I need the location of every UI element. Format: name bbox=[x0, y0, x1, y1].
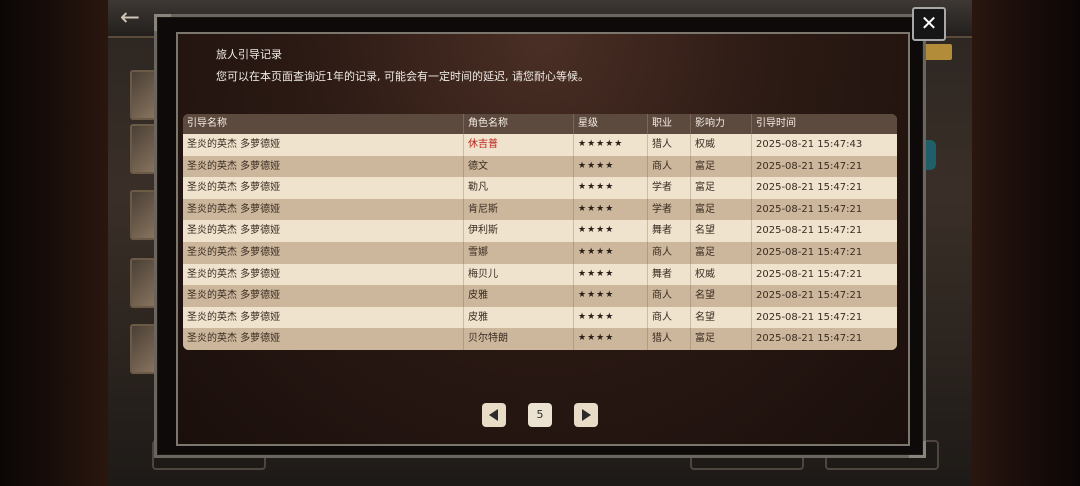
column-header-stars: 星级 bbox=[574, 114, 648, 134]
cell-job: 猎人 bbox=[648, 328, 691, 350]
cell-guide-name: 圣炎的英杰 多萝德娅 bbox=[183, 263, 464, 286]
back-arrow-icon: ← bbox=[120, 3, 141, 31]
corner-ornament bbox=[909, 441, 926, 458]
cell-influence: 富足 bbox=[691, 155, 752, 178]
table-row: 圣炎的英杰 多萝德娅 伊利斯 ★★★★ 舞者 名望 2025-08-21 15:47:21 bbox=[183, 220, 897, 242]
cell-character-name: 伊利斯 bbox=[464, 220, 574, 242]
cell-guide-time: 2025-08-21 15:47:21 bbox=[756, 203, 863, 215]
column-header-influence: 影响力 bbox=[691, 114, 752, 134]
cell-job: 舞者 bbox=[648, 263, 691, 286]
cell-guide-time: 2025-08-21 15:47:43 bbox=[756, 139, 863, 150]
cell-character-name: 休吉普 bbox=[464, 134, 574, 156]
cell-job: 商人 bbox=[648, 241, 691, 264]
cell-job: 商人 bbox=[648, 306, 691, 329]
column-header-time: 引导时间 bbox=[756, 118, 796, 129]
next-page-button[interactable] bbox=[574, 403, 598, 427]
cell-influence: 富足 bbox=[691, 198, 752, 221]
cell-stars: ★★★★ bbox=[574, 263, 648, 286]
table-header: 引导名称 角色名称 星级 职业 影响力 引导时间 bbox=[183, 114, 897, 134]
cell-stars: ★★★★ bbox=[574, 285, 648, 307]
cell-character-name: 贝尔特朗 bbox=[464, 328, 574, 350]
cell-influence: 富足 bbox=[691, 177, 752, 199]
cell-character-name: 德文 bbox=[464, 155, 574, 178]
cell-guide-time: 2025-08-21 15:47:21 bbox=[756, 225, 863, 237]
column-header-job: 职业 bbox=[648, 114, 691, 134]
arrow-right-icon bbox=[582, 409, 591, 421]
cell-stars: ★★★★ bbox=[574, 177, 648, 199]
cell-guide-time: 2025-08-21 15:47:21 bbox=[756, 182, 863, 194]
cell-influence: 富足 bbox=[691, 328, 752, 350]
cell-guide-name: 圣炎的英杰 多萝德娅 bbox=[183, 306, 464, 329]
cell-guide-name: 圣炎的英杰 多萝德娅 bbox=[183, 177, 464, 199]
cell-influence: 富足 bbox=[691, 241, 752, 264]
cell-guide-time: 2025-08-21 15:47:21 bbox=[756, 311, 863, 323]
cell-stars: ★★★★ bbox=[574, 220, 648, 242]
cell-job: 商人 bbox=[648, 155, 691, 178]
column-header-character: 角色名称 bbox=[464, 114, 574, 134]
cell-character-name: 皮雅 bbox=[464, 285, 574, 307]
close-button[interactable]: ✕ bbox=[912, 7, 946, 41]
table-row: 圣炎的英杰 多萝德娅 勒凡 ★★★★ 学者 富足 2025-08-21 15:47:21 bbox=[183, 177, 897, 199]
cell-job: 舞者 bbox=[648, 220, 691, 242]
right-border bbox=[972, 0, 1080, 486]
background-tag bbox=[922, 44, 952, 60]
arrow-left-icon bbox=[489, 409, 498, 421]
cell-influence: 名望 bbox=[691, 220, 752, 242]
cell-character-name: 肯尼斯 bbox=[464, 198, 574, 221]
cell-guide-name: 圣炎的英杰 多萝德娅 bbox=[183, 198, 464, 221]
table-row: 圣炎的英杰 多萝德娅 肯尼斯 ★★★★ 学者 富足 2025-08-21 15:47:21 bbox=[183, 198, 897, 221]
cell-character-name: 勒凡 bbox=[464, 177, 574, 199]
cell-job: 学者 bbox=[648, 198, 691, 221]
table-row: 圣炎的英杰 多萝德娅 皮雅 ★★★★ 商人 名望 2025-08-21 15:47:21 bbox=[183, 306, 897, 329]
cell-job: 学者 bbox=[648, 177, 691, 199]
cell-guide-name: 圣炎的英杰 多萝德娅 bbox=[183, 220, 464, 242]
cell-influence: 名望 bbox=[691, 306, 752, 329]
cell-stars: ★★★★ bbox=[574, 306, 648, 329]
prev-page-button[interactable] bbox=[482, 403, 506, 427]
table-row: 圣炎的英杰 多萝德娅 休吉普 ★★★★★ 猎人 权威 2025-08-21 15:47:4… bbox=[183, 134, 897, 156]
cell-job: 商人 bbox=[648, 285, 691, 307]
cell-guide-time: 2025-08-21 15:47:21 bbox=[756, 160, 863, 172]
page-number: 5 bbox=[528, 403, 552, 427]
cell-stars: ★★★★ bbox=[574, 241, 648, 264]
cell-job: 猎人 bbox=[648, 134, 691, 156]
column-header-guide: 引导名称 bbox=[183, 114, 464, 134]
table-row: 圣炎的英杰 多萝德娅 德文 ★★★★ 商人 富足 2025-08-21 15:47:21 bbox=[183, 155, 897, 178]
cell-guide-time: 2025-08-21 15:47:21 bbox=[756, 246, 863, 258]
cell-guide-name: 圣炎的英杰 多萝德娅 bbox=[183, 328, 464, 350]
cell-character-name: 梅贝儿 bbox=[464, 263, 574, 286]
guide-record-table: 引导名称 角色名称 星级 职业 影响力 引导时间 圣炎的英杰 多萝德娅 休吉普 ★★… bbox=[183, 114, 897, 350]
cell-guide-name: 圣炎的英杰 多萝德娅 bbox=[183, 285, 464, 307]
table-body: 圣炎的英杰 多萝德娅 休吉普 ★★★★★ 猎人 权威 2025-08-21 15:47:4… bbox=[183, 134, 897, 350]
table-row: 圣炎的英杰 多萝德娅 梅贝儿 ★★★★ 舞者 权威 2025-08-21 15:47:21 bbox=[183, 263, 897, 286]
cell-guide-time: 2025-08-21 15:47:21 bbox=[756, 268, 863, 280]
left-border bbox=[0, 0, 108, 486]
cell-guide-time: 2025-08-21 15:47:21 bbox=[756, 333, 863, 345]
cell-guide-name: 圣炎的英杰 多萝德娅 bbox=[183, 155, 464, 178]
cell-influence: 权威 bbox=[691, 134, 752, 156]
table-row: 圣炎的英杰 多萝德娅 皮雅 ★★★★ 商人 名望 2025-08-21 15:47:21 bbox=[183, 285, 897, 307]
table-row: 圣炎的英杰 多萝德娅 贝尔特朗 ★★★★ 猎人 富足 2025-08-21 15:47:2… bbox=[183, 328, 897, 350]
cell-stars: ★★★★ bbox=[574, 328, 648, 350]
cell-guide-name: 圣炎的英杰 多萝德娅 bbox=[183, 134, 464, 156]
cell-guide-time: 2025-08-21 15:47:21 bbox=[756, 290, 863, 302]
cell-influence: 名望 bbox=[691, 285, 752, 307]
cell-guide-name: 圣炎的英杰 多萝德娅 bbox=[183, 241, 464, 264]
corner-ornament bbox=[154, 14, 171, 31]
cell-character-name: 皮雅 bbox=[464, 306, 574, 329]
cell-stars: ★★★★ bbox=[574, 155, 648, 178]
cell-stars: ★★★★ bbox=[574, 198, 648, 221]
cell-character-name: 雪娜 bbox=[464, 241, 574, 264]
dialog-description: 您可以在本页面查询近1年的记录, 可能会有一定时间的延迟, 请您耐心等候。 bbox=[216, 70, 589, 83]
table-row: 圣炎的英杰 多萝德娅 雪娜 ★★★★ 商人 富足 2025-08-21 15:47:21 bbox=[183, 241, 897, 264]
cell-stars: ★★★★★ bbox=[574, 134, 648, 156]
cell-influence: 权威 bbox=[691, 263, 752, 286]
dialog-title: 旅人引导记录 bbox=[216, 48, 282, 61]
